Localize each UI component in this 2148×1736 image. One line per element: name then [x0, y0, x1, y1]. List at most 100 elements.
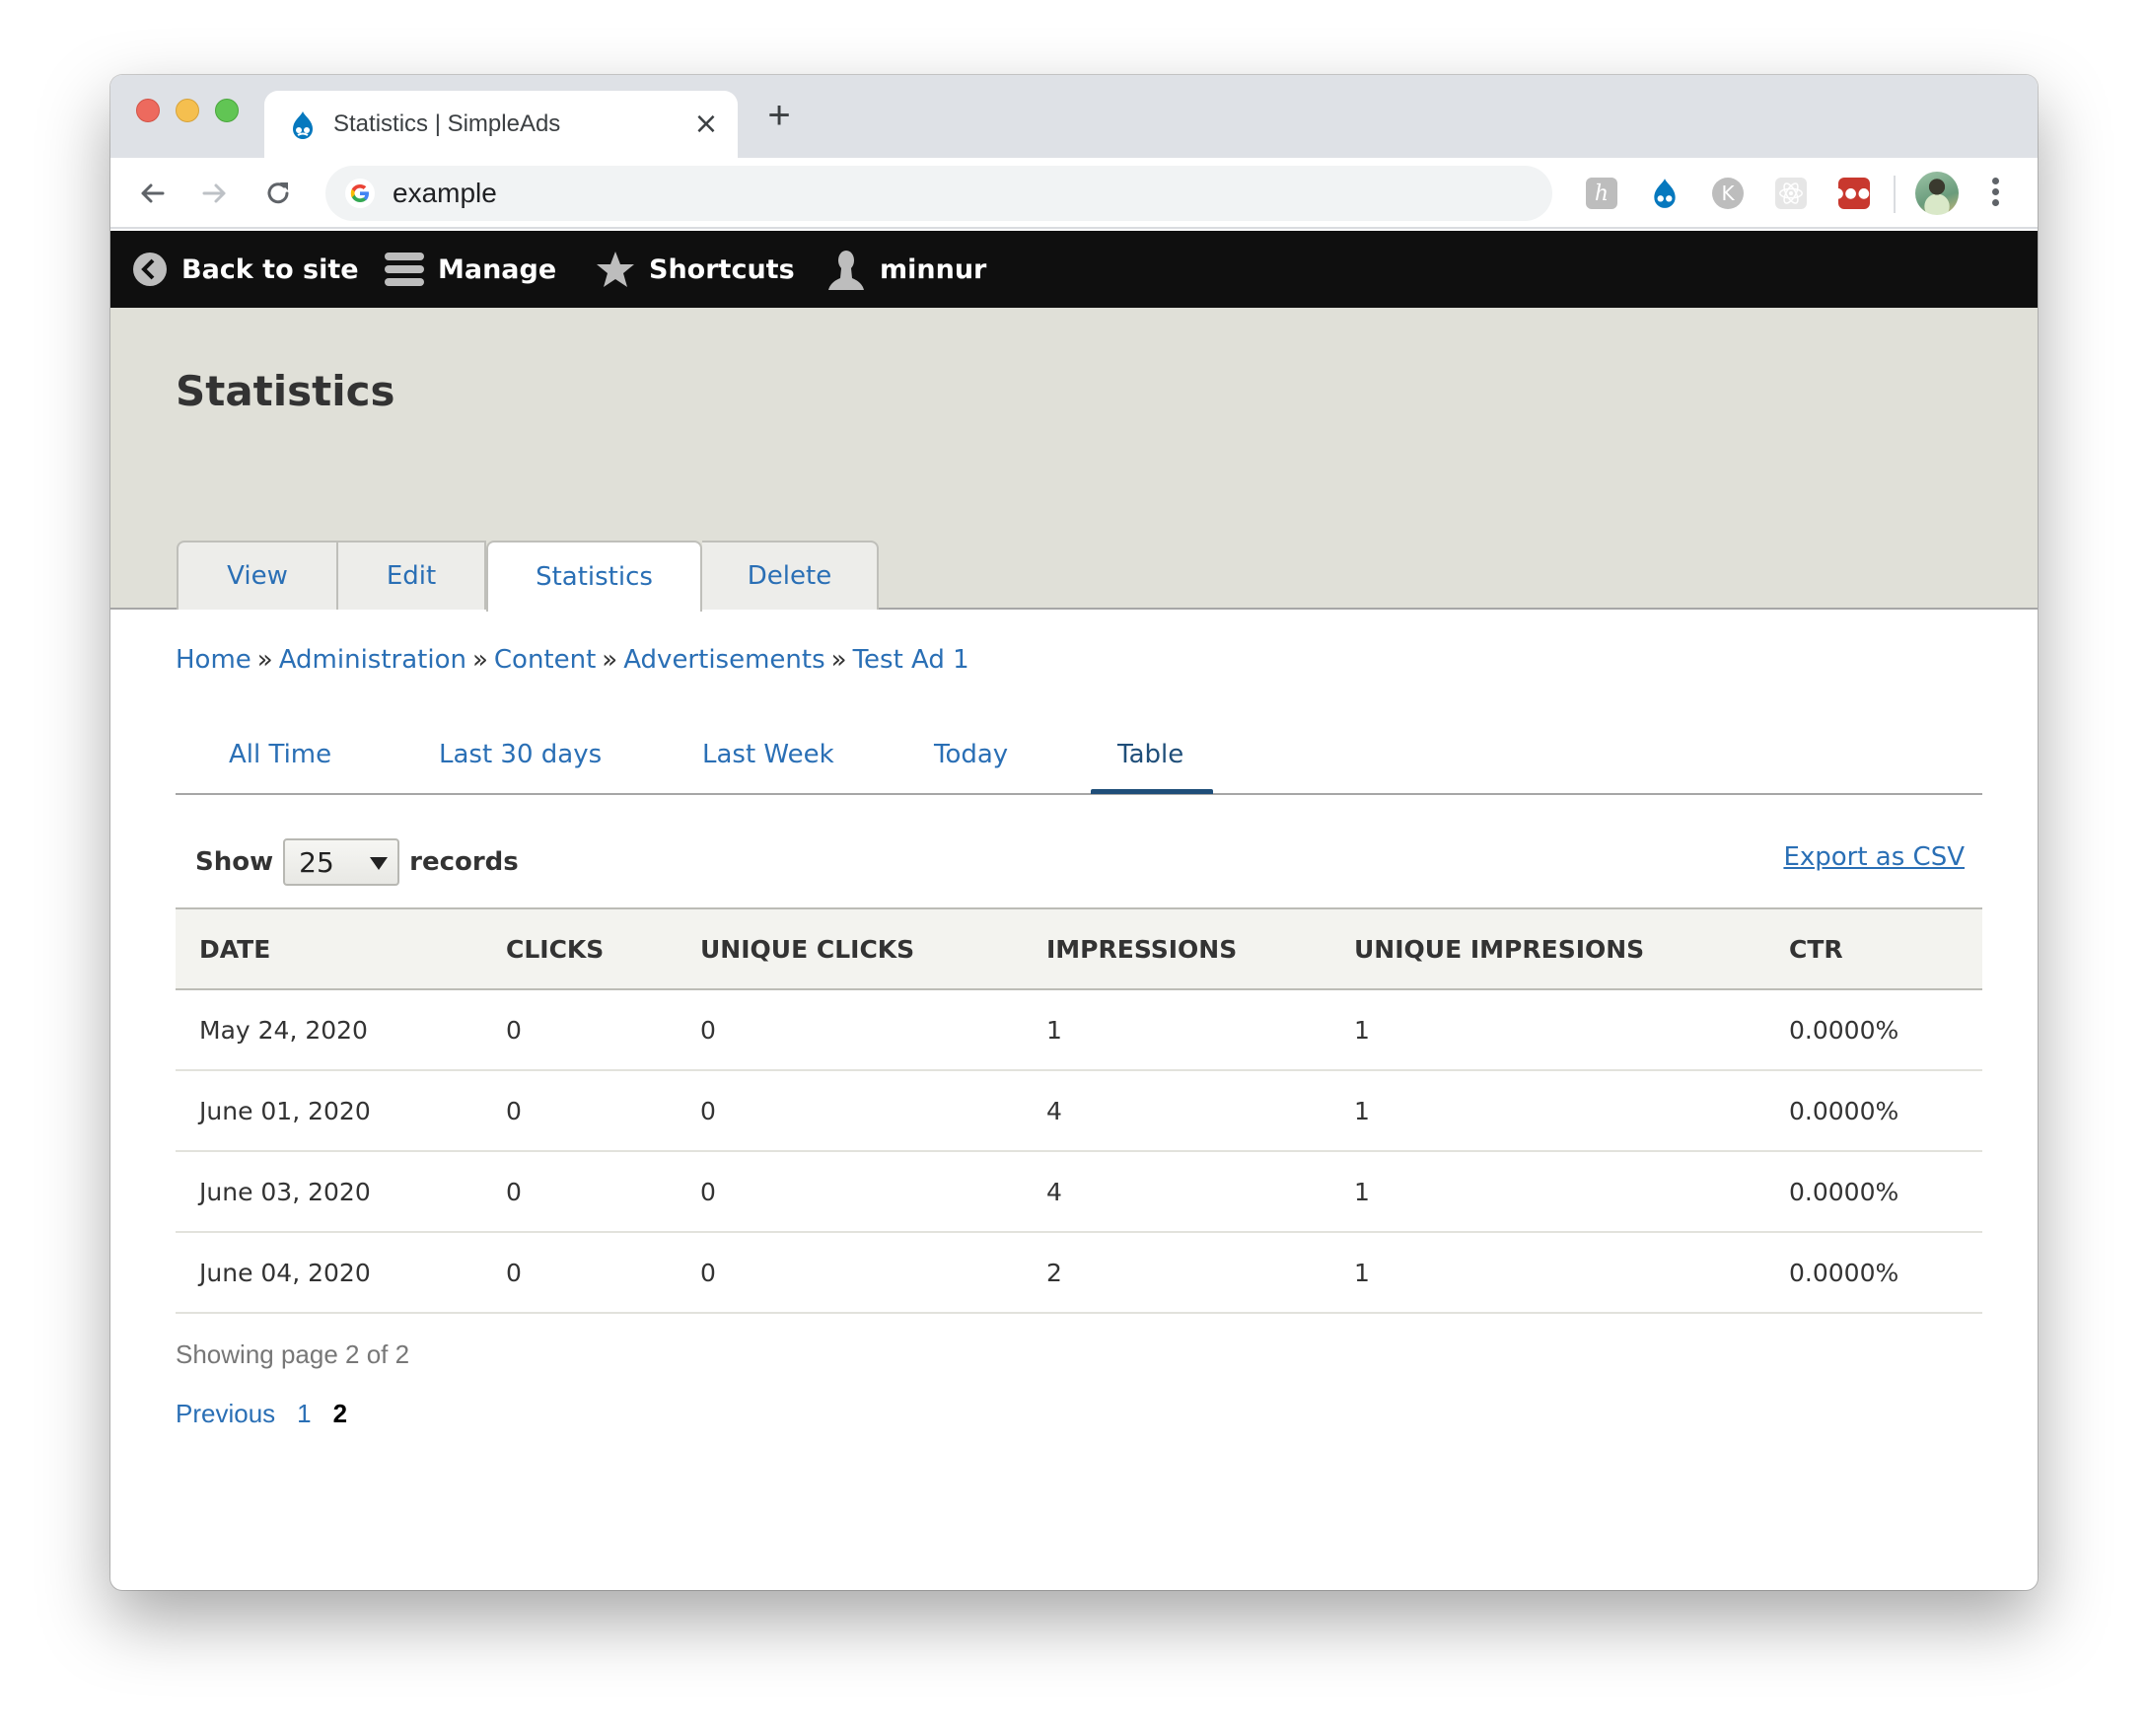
breadcrumb-administration[interactable]: Administration [279, 645, 466, 675]
primary-tabs: View Edit Statistics Delete [177, 541, 879, 612]
records-per-page-select[interactable]: 25 [283, 838, 400, 886]
lastpass-icon[interactable]: ●●●| [1831, 178, 1876, 209]
tab-strip: Statistics | SimpleAds × + [110, 75, 2038, 158]
breadcrumb-test-ad[interactable]: Test Ad 1 [853, 645, 969, 675]
active-tab-indicator [1091, 789, 1213, 794]
pager-current-page: 2 [332, 1399, 348, 1428]
table-row: June 03, 2020 0 0 4 1 0.0000% [176, 1151, 1982, 1233]
minimize-window-button[interactable] [176, 99, 199, 122]
forward-arrow-icon[interactable] [193, 172, 237, 215]
cell-clicks: 0 [482, 989, 677, 1071]
shortcuts-label: Shortcuts [649, 253, 795, 285]
cell-date: June 04, 2020 [176, 1232, 482, 1314]
cell-ctr: 0.0000% [1765, 1151, 1982, 1233]
header-impressions[interactable]: IMPRESSIONS [1023, 907, 1330, 990]
cell-clicks: 0 [482, 1070, 677, 1152]
breadcrumb-separator: » [471, 645, 488, 675]
plus-icon[interactable]: + [761, 96, 797, 135]
cell-clicks: 0 [482, 1151, 677, 1233]
honey-extension-icon[interactable]: h [1586, 178, 1617, 209]
cell-date: May 24, 2020 [176, 989, 482, 1071]
user-name: minnur [880, 253, 987, 285]
shortcuts-menu[interactable]: Shortcuts [596, 231, 795, 308]
breadcrumb: Home» Administration» Content» Advertisemen… [176, 645, 969, 675]
profile-avatar[interactable] [1915, 172, 1959, 215]
tab-table[interactable]: Table [1117, 740, 1183, 769]
cell-unique-clicks: 0 [677, 989, 1023, 1071]
breadcrumb-separator: » [830, 645, 847, 675]
cell-date: June 01, 2020 [176, 1070, 482, 1152]
pager-page-1[interactable]: 1 [297, 1399, 311, 1429]
table-row: June 04, 2020 0 0 2 1 0.0000% [176, 1232, 1982, 1314]
header-date[interactable]: DATE [176, 907, 482, 990]
cell-impressions: 1 [1023, 989, 1330, 1071]
tab-view[interactable]: View [177, 541, 338, 610]
cell-ctr: 0.0000% [1765, 1232, 1982, 1314]
breadcrumb-home[interactable]: Home [176, 645, 251, 675]
tab-all-time[interactable]: All Time [229, 740, 331, 769]
user-menu[interactable]: minnur [826, 231, 986, 308]
statistics-table: DATE CLICKS UNIQUE CLICKS IMPRESSIONS UN… [176, 907, 1982, 1314]
browser-tab-active[interactable]: Statistics | SimpleAds × [264, 91, 738, 158]
cell-unique-clicks: 0 [677, 1070, 1023, 1152]
maximize-window-button[interactable] [215, 99, 239, 122]
browser-navbar: example h K ●●●| [110, 158, 2038, 229]
address-bar[interactable]: example [325, 166, 1552, 221]
statistics-period-tabs: All Time Last 30 days Last Week Today Ta… [176, 728, 1982, 795]
back-to-site-label: Back to site [181, 253, 359, 285]
back-arrow-icon[interactable] [130, 172, 174, 215]
more-menu-icon[interactable] [1989, 178, 2001, 209]
cell-unique-impressions: 1 [1330, 1232, 1765, 1314]
cell-clicks: 0 [482, 1232, 677, 1314]
pager-info: Showing page 2 of 2 [176, 1339, 410, 1369]
drupal-extension-icon[interactable] [1649, 178, 1681, 209]
cell-ctr: 0.0000% [1765, 989, 1982, 1071]
breadcrumb-advertisements[interactable]: Advertisements [623, 645, 824, 675]
google-icon [345, 179, 375, 208]
close-window-button[interactable] [136, 99, 160, 122]
header-unique-impressions[interactable]: UNIQUE IMPRESIONS [1330, 907, 1765, 990]
reload-icon[interactable] [256, 172, 300, 215]
toolbar-divider [1894, 176, 1896, 213]
export-csv-link[interactable]: Export as CSV [1783, 842, 1965, 872]
breadcrumb-content[interactable]: Content [494, 645, 596, 675]
cell-date: June 03, 2020 [176, 1151, 482, 1233]
page-title: Statistics [176, 367, 395, 415]
admin-toolbar: Back to site Manage Shortcuts minnur [110, 231, 2038, 308]
hamburger-icon [385, 253, 424, 286]
back-to-site-link[interactable]: Back to site [132, 231, 359, 308]
tab-today[interactable]: Today [934, 740, 1008, 769]
table-header-row: DATE CLICKS UNIQUE CLICKS IMPRESSIONS UN… [176, 907, 1982, 990]
url-text[interactable]: example [393, 177, 497, 210]
cell-impressions: 2 [1023, 1232, 1330, 1314]
manage-label: Manage [438, 253, 557, 285]
header-ctr[interactable]: CTR [1765, 907, 1982, 990]
show-label: Show [195, 847, 274, 877]
tab-last-week[interactable]: Last Week [702, 740, 834, 769]
k-extension-icon[interactable]: K [1712, 178, 1744, 209]
drupal-favicon-icon [288, 110, 318, 140]
star-icon [597, 252, 634, 287]
table-row: May 24, 2020 0 0 1 1 0.0000% [176, 989, 1982, 1071]
manage-menu[interactable]: Manage [385, 231, 556, 308]
header-unique-clicks[interactable]: UNIQUE CLICKS [677, 907, 1023, 990]
pager-previous[interactable]: Previous [176, 1399, 275, 1429]
cell-ctr: 0.0000% [1765, 1070, 1982, 1152]
tab-last-30-days[interactable]: Last 30 days [439, 740, 602, 769]
dropdown-caret-icon [370, 857, 389, 870]
cell-impressions: 4 [1023, 1151, 1330, 1233]
browser-window: Statistics | SimpleAds × + example h K ●… [110, 75, 2038, 1590]
records-per-page: Show 25 records [195, 838, 519, 886]
header-clicks[interactable]: CLICKS [482, 907, 677, 990]
tab-edit[interactable]: Edit [338, 541, 486, 610]
close-icon[interactable]: × [692, 109, 720, 139]
tab-delete[interactable]: Delete [702, 541, 879, 610]
tab-statistics[interactable]: Statistics [486, 541, 702, 612]
cell-impressions: 4 [1023, 1070, 1330, 1152]
table-row: June 01, 2020 0 0 4 1 0.0000% [176, 1070, 1982, 1152]
react-devtools-icon[interactable] [1775, 178, 1807, 209]
breadcrumb-separator: » [256, 645, 273, 675]
cell-unique-clicks: 0 [677, 1151, 1023, 1233]
chevron-left-circle-icon [133, 253, 167, 286]
select-value: 25 [299, 845, 334, 879]
